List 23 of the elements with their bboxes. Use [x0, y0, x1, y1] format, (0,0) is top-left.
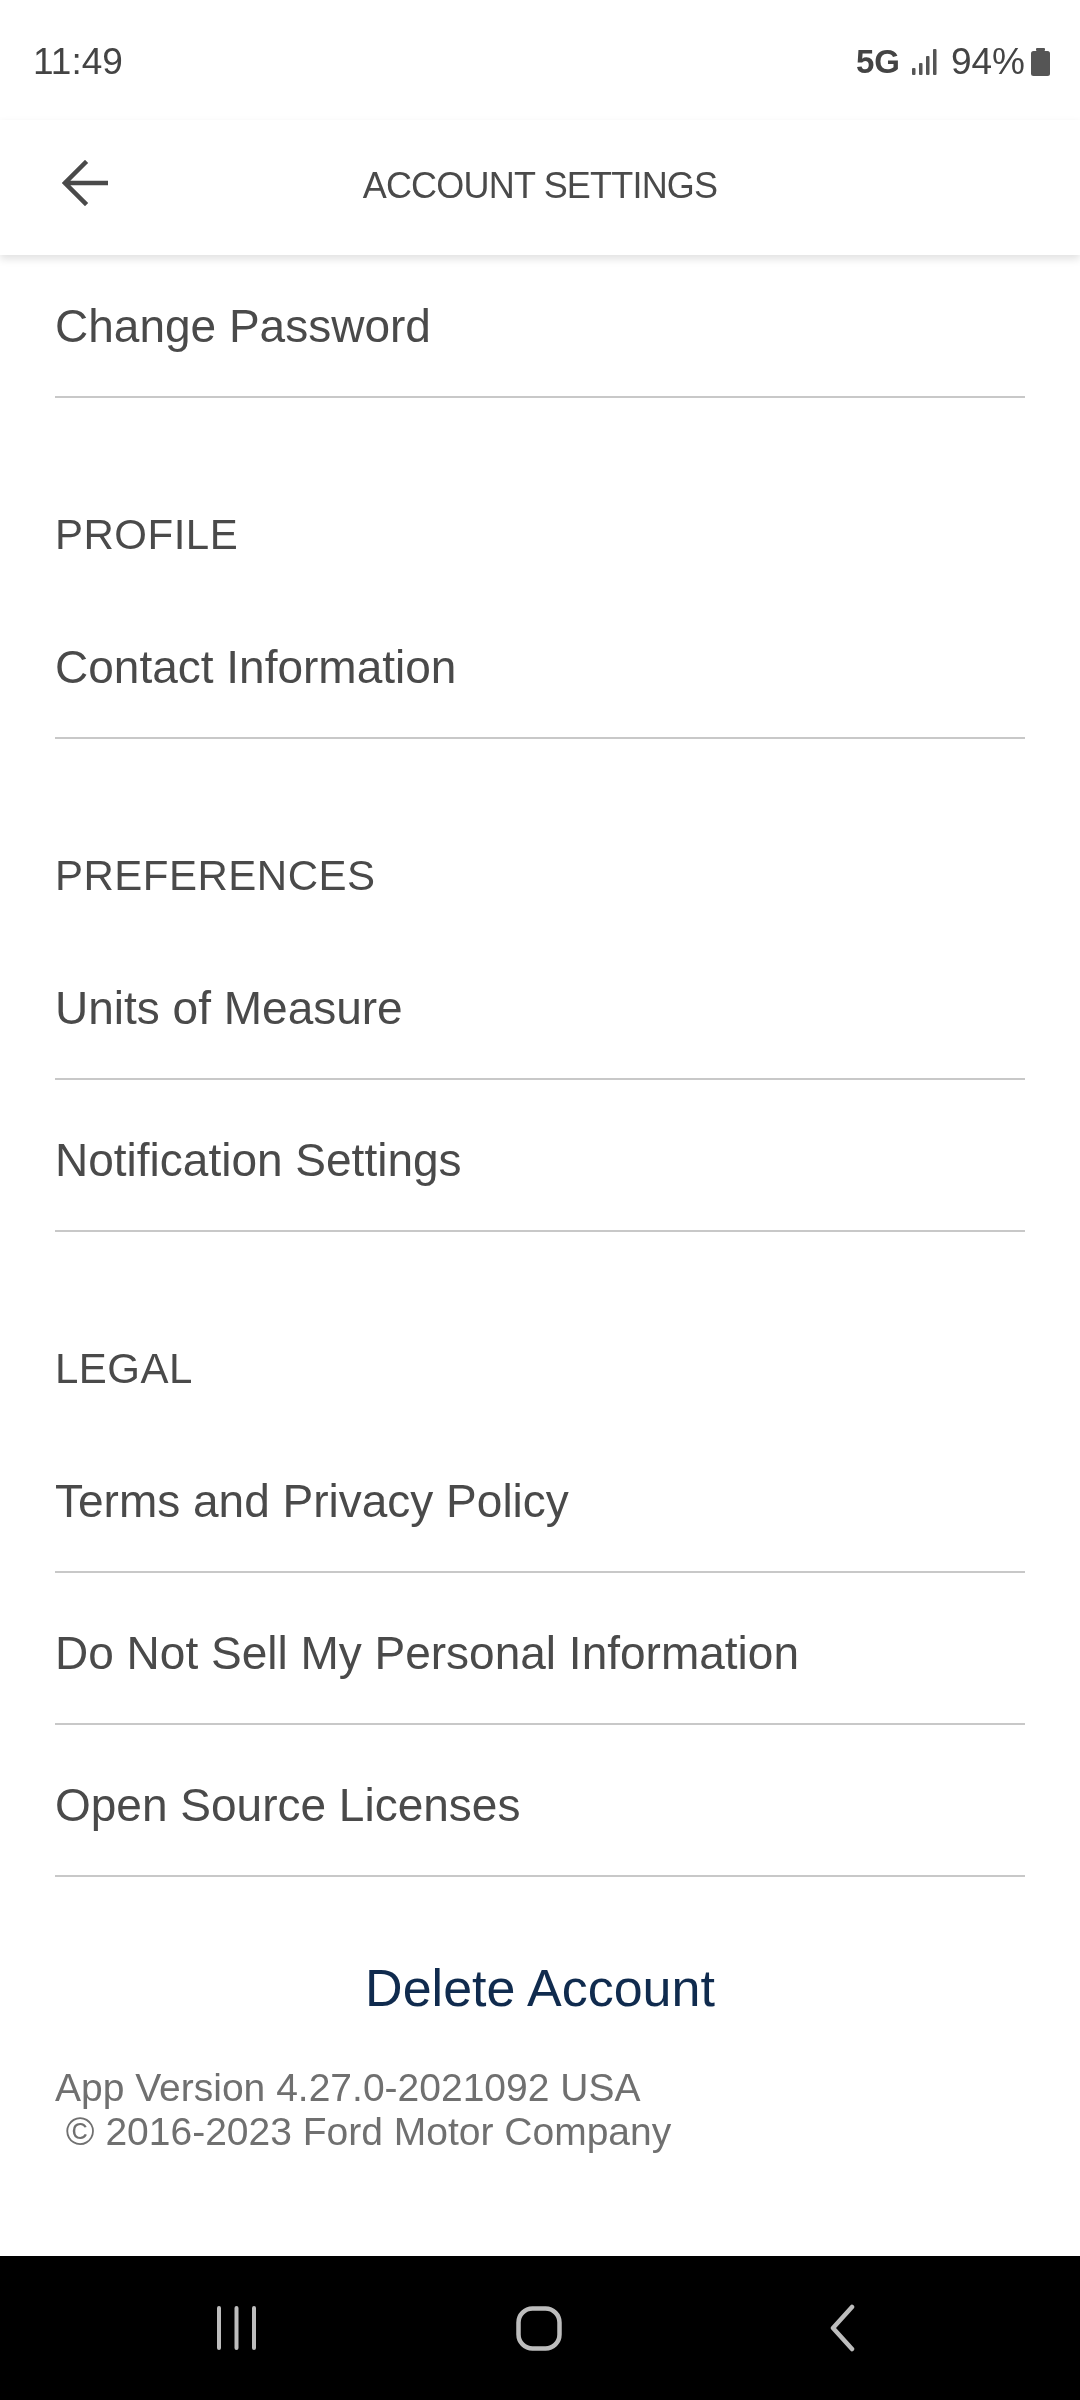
settings-item[interactable]: Terms and Privacy Policy	[55, 1421, 1025, 1573]
back-arrow-icon[interactable]	[62, 159, 108, 206]
back-icon[interactable]	[830, 2304, 855, 2352]
delete-account-link[interactable]: Delete Account	[359, 1955, 721, 2021]
section-heading: PROFILE	[55, 510, 240, 560]
battery-percent: 94%	[950, 41, 1025, 83]
settings-item[interactable]: Do Not Sell My Personal Information	[55, 1573, 1025, 1725]
home-icon[interactable]	[516, 2305, 562, 2351]
battery-icon	[1031, 48, 1050, 76]
settings-item[interactable]: Open Source Licenses	[55, 1725, 1025, 1877]
app-version-text: App Version 4.27.0-2021092 USA	[55, 2066, 641, 2110]
settings-item[interactable]: Units of Measure	[55, 928, 1025, 1080]
section-heading: LEGAL	[55, 1344, 194, 1394]
section-heading: PREFERENCES	[55, 851, 377, 901]
signal-icon	[911, 49, 937, 75]
recent-apps-icon[interactable]	[216, 2306, 257, 2350]
settings-item[interactable]: Contact Information	[55, 587, 1025, 739]
status-time: 11:49	[33, 41, 123, 83]
page-title: ACCOUNT SETTINGS	[362, 164, 718, 207]
copyright-text: © 2016-2023 Ford Motor Company	[64, 2110, 672, 2154]
settings-item[interactable]: Notification Settings	[55, 1080, 1025, 1232]
settings-item[interactable]: Change Password	[55, 255, 1025, 398]
network-label: 5G	[855, 43, 900, 81]
